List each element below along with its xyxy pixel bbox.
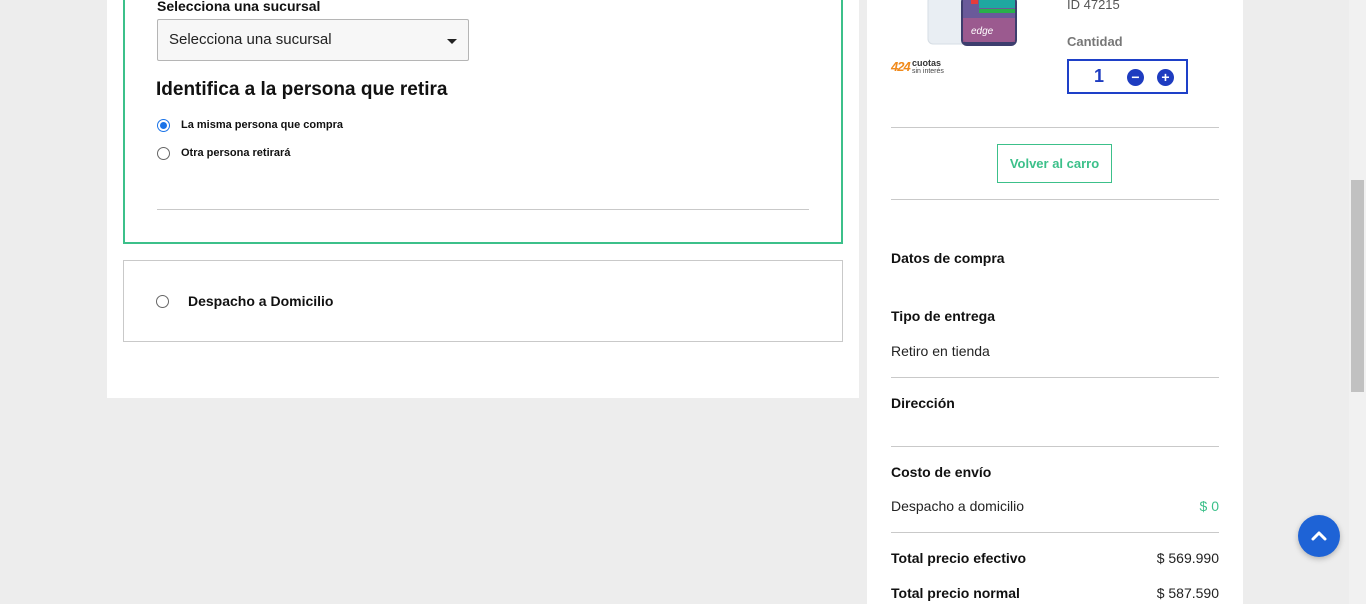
summary-divider-1 bbox=[891, 127, 1219, 128]
home-delivery-label[interactable]: Despacho a Domicilio bbox=[188, 293, 333, 309]
delivery-type-value: Retiro en tienda bbox=[891, 343, 990, 359]
home-delivery-radio[interactable] bbox=[156, 295, 169, 308]
product-image: edge bbox=[927, 0, 1017, 48]
total-cash-value: $ 569.990 bbox=[1156, 550, 1219, 566]
caret-down-icon bbox=[447, 39, 457, 44]
summary-divider-3 bbox=[891, 377, 1219, 378]
page-scrollbar-thumb[interactable] bbox=[1351, 180, 1364, 392]
badge-line2: sin interés bbox=[912, 68, 944, 75]
badge-number: 424 bbox=[891, 59, 911, 74]
identify-person-title: Identifica a la persona que retira bbox=[156, 79, 448, 100]
branch-select[interactable]: Selecciona una sucursal bbox=[157, 19, 469, 61]
plus-icon[interactable]: + bbox=[1157, 69, 1174, 86]
branch-label: Selecciona una sucursal bbox=[157, 0, 321, 14]
total-normal-value: $ 587.590 bbox=[1156, 585, 1219, 601]
badge-line1: cuotas bbox=[912, 58, 942, 68]
same-person-radio[interactable] bbox=[157, 119, 170, 132]
delivery-type-label: Tipo de entrega bbox=[891, 308, 995, 324]
address-label: Dirección bbox=[891, 395, 955, 411]
scroll-to-top-button[interactable] bbox=[1298, 515, 1340, 557]
total-cash-label: Total precio efectivo bbox=[891, 550, 1027, 566]
branch-select-value: Selecciona una sucursal bbox=[169, 31, 332, 48]
back-to-cart-button[interactable]: Volver al carro bbox=[997, 144, 1112, 183]
quantity-value: 1 bbox=[1094, 66, 1105, 86]
shipping-method: Despacho a domicilio bbox=[891, 498, 1025, 514]
pickup-divider bbox=[157, 209, 809, 210]
same-person-label[interactable]: La misma persona que compra bbox=[181, 119, 343, 131]
chevron-up-icon bbox=[1311, 531, 1327, 541]
shipping-cost-value: $ 0 bbox=[1199, 498, 1219, 514]
summary-divider-2 bbox=[891, 199, 1219, 200]
minus-icon[interactable]: − bbox=[1127, 69, 1144, 86]
svg-text:edge: edge bbox=[971, 26, 994, 37]
other-person-label[interactable]: Otra persona retirará bbox=[181, 147, 290, 159]
quantity-stepper: 1 − + bbox=[1067, 59, 1188, 94]
quantity-label: Cantidad bbox=[1067, 34, 1123, 49]
purchase-data-title: Datos de compra bbox=[891, 250, 1005, 266]
summary-divider-5 bbox=[891, 532, 1219, 533]
other-person-radio[interactable] bbox=[157, 147, 170, 160]
product-id: ID 47215 bbox=[1067, 0, 1120, 12]
summary-divider-4 bbox=[891, 446, 1219, 447]
interest-free-badge: 424 cuotas sin interés bbox=[891, 56, 947, 76]
shipping-cost-label: Costo de envío bbox=[891, 464, 992, 480]
total-normal-label: Total precio normal bbox=[891, 585, 1020, 601]
